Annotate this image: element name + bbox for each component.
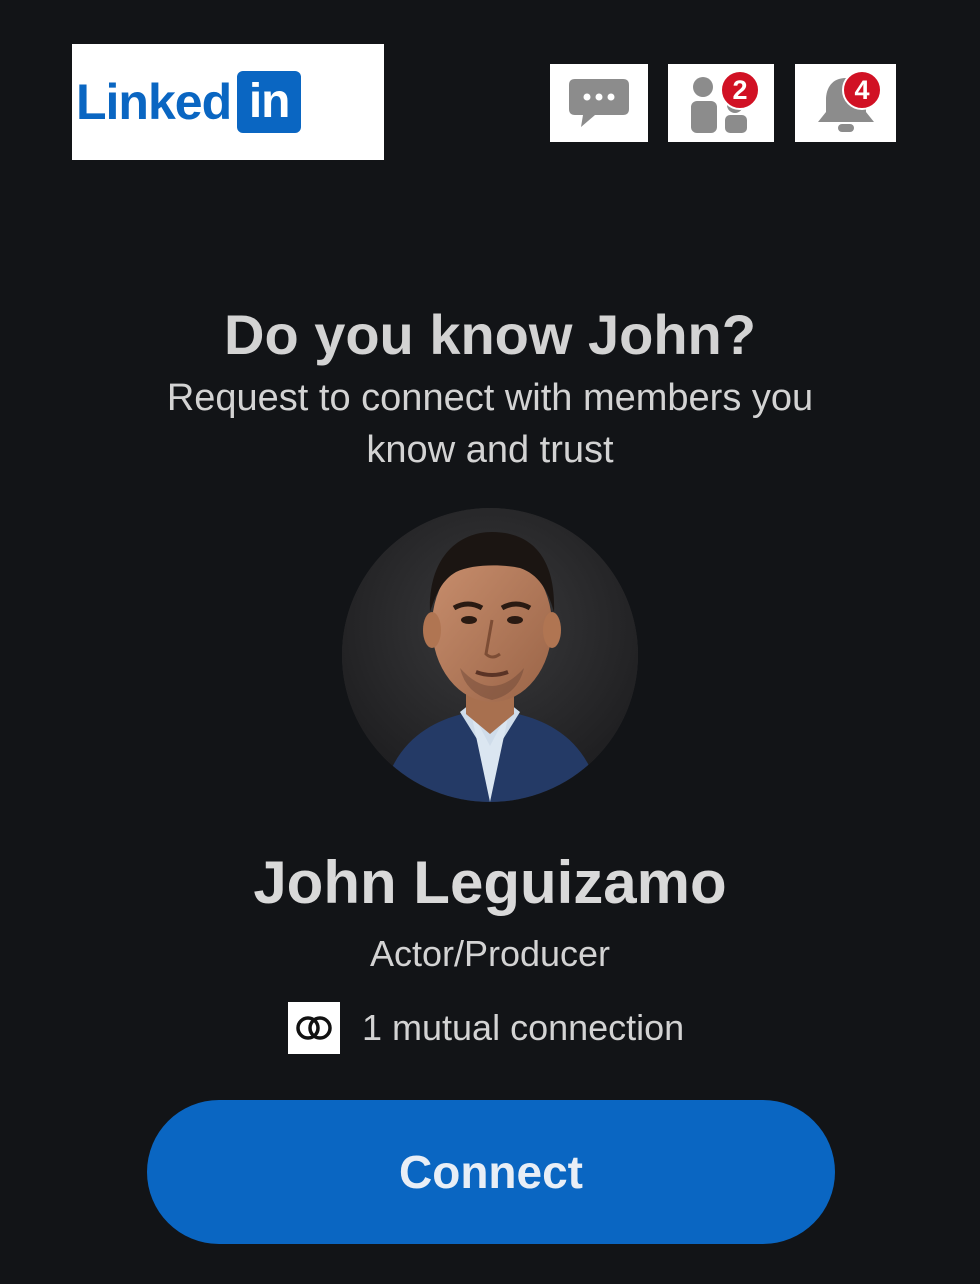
mutual-connection-text: 1 mutual connection <box>362 1007 685 1048</box>
prompt-title: Do you know John? <box>224 303 756 366</box>
linkedin-logo[interactable]: Linked in <box>72 44 384 160</box>
logo-wordmark: Linked <box>76 74 232 130</box>
connect-button[interactable]: Connect <box>147 1100 835 1244</box>
notifications-button[interactable]: 4 <box>795 64 896 142</box>
my-network-button[interactable]: 2 <box>668 64 774 142</box>
logo-in-mark: in <box>237 71 302 133</box>
mutual-connection-icon <box>288 1002 340 1054</box>
messaging-icon <box>565 75 633 131</box>
network-count-badge: 2 <box>720 70 760 110</box>
prompt-subtitle: Request to connect with members you know… <box>166 377 814 471</box>
notifications-count-badge: 4 <box>842 70 882 110</box>
profile-name[interactable]: John Leguizamo <box>0 850 980 916</box>
mutual-connections[interactable]: 1 mutual connection <box>288 1002 684 1054</box>
profile-avatar[interactable] <box>342 508 638 802</box>
messaging-button[interactable] <box>550 64 648 142</box>
profile-headline: Actor/Producer <box>369 933 611 974</box>
